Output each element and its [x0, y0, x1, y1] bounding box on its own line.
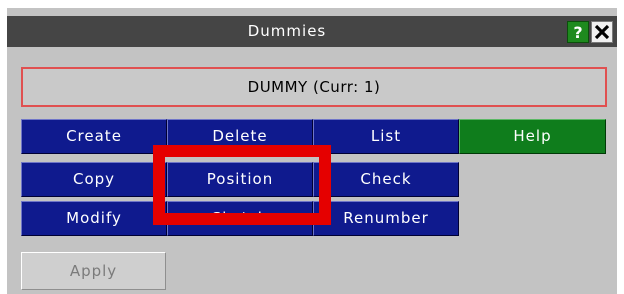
dummy-current-header: DUMMY (Curr: 1): [21, 67, 607, 107]
list-button[interactable]: List: [313, 119, 459, 154]
create-button[interactable]: Create: [21, 119, 167, 154]
close-icon[interactable]: [591, 21, 613, 43]
modify-button[interactable]: Modify: [21, 201, 167, 236]
copy-button[interactable]: Copy: [21, 162, 167, 197]
help-question-icon[interactable]: ?: [567, 21, 589, 43]
renumber-button[interactable]: Renumber: [313, 201, 459, 236]
delete-button[interactable]: Delete: [167, 119, 313, 154]
window-title: Dummies: [247, 22, 327, 40]
position-button[interactable]: Position: [167, 162, 313, 197]
sketch-button[interactable]: Sketch: [167, 201, 313, 236]
title-bar: Dummies ?: [7, 16, 617, 47]
check-button[interactable]: Check: [313, 162, 459, 197]
help-button[interactable]: Help: [459, 119, 606, 154]
apply-button[interactable]: Apply: [21, 252, 166, 290]
